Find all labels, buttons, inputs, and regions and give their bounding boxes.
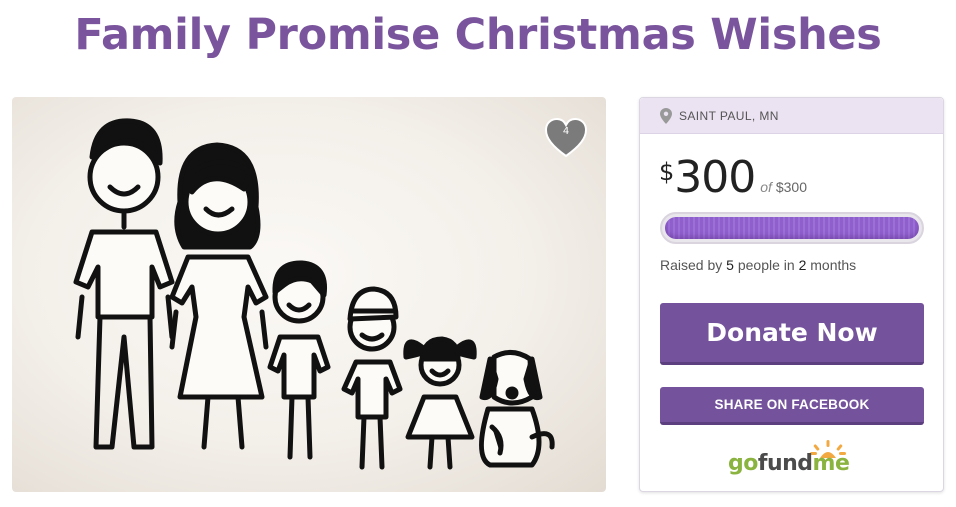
goal-amount: $300: [775, 179, 807, 195]
location-bar: SAINT PAUL, MN: [640, 98, 943, 134]
raised-by-prefix: Raised by: [660, 257, 723, 273]
raised-amount: 300: [674, 152, 756, 203]
heart-icon[interactable]: [544, 118, 588, 158]
donation-card: SAINT PAUL, MN $ 300 of $300 Raised by 5…: [639, 97, 944, 492]
progress-bar: [660, 212, 924, 244]
duration-label: months: [810, 257, 857, 273]
gofundme-logo[interactable]: gofundme: [726, 438, 856, 482]
currency-symbol: $: [659, 158, 675, 186]
stick-family-illustration: [73, 118, 555, 470]
goal-text: of $300: [760, 179, 807, 195]
location-label: SAINT PAUL, MN: [679, 108, 779, 123]
heart-count: 4: [562, 126, 570, 137]
page-title: Family Promise Christmas Wishes: [74, 10, 882, 60]
share-on-facebook-button[interactable]: SHARE ON FACEBOOK: [660, 387, 924, 425]
campaign-image[interactable]: [12, 97, 606, 492]
duration-count: 2: [798, 257, 807, 273]
people-label: people in: [737, 257, 795, 273]
goal-prefix: of: [760, 179, 772, 195]
people-count: 5: [726, 257, 734, 273]
progress-fill: [665, 217, 919, 239]
gofundme-wordmark: gofundme: [728, 451, 850, 476]
amount-raised: $ 300 of $300: [659, 152, 807, 204]
location-pin-icon: [660, 107, 672, 124]
raised-summary: Raised by 5 people in 2 months: [660, 257, 856, 273]
donate-now-button[interactable]: Donate Now: [660, 303, 924, 365]
